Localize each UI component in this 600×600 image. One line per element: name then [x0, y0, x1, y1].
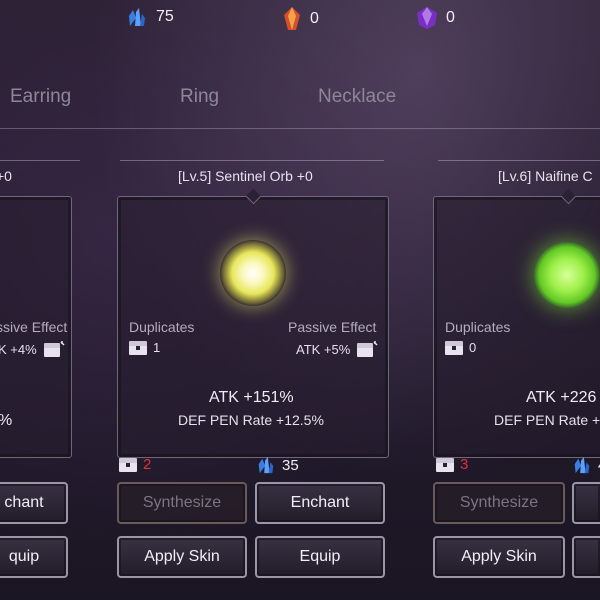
enchant-button[interactable]: Enchant — [255, 482, 385, 524]
chest-icon — [445, 340, 463, 355]
equip-button[interactable] — [572, 536, 600, 578]
tab-ring[interactable]: Ring — [180, 86, 219, 108]
currency-crystal: 75 — [126, 6, 174, 28]
chest-cost-value: 2 — [143, 456, 152, 473]
crystal-cost-value: 35 — [282, 456, 299, 474]
purple-gem-count: 0 — [446, 9, 455, 26]
tab-earring[interactable]: Earring — [10, 86, 71, 108]
panel-notch — [560, 188, 577, 205]
synthesize-button[interactable]: Synthesize — [117, 482, 247, 524]
currency-red-gem: 0 — [282, 6, 319, 32]
enchant-label: Enchant — [290, 494, 350, 511]
synthesize-label: Synthesize — [142, 494, 222, 511]
chest-cost: 3 — [436, 456, 468, 473]
duplicates-label: Duplicates — [129, 319, 195, 335]
blue-crystal-icon — [129, 8, 145, 26]
duplicates-count: 1 — [153, 340, 161, 355]
chest-icon — [119, 457, 137, 472]
currency-purple-gem: 0 — [416, 6, 455, 30]
tab-necklace[interactable]: Necklace — [318, 86, 396, 108]
card-title: [Lv.6] Naifine C — [498, 168, 593, 184]
chest-cost-value: 3 — [460, 456, 469, 473]
chest-icon — [129, 340, 147, 355]
chest-cost: 2 — [119, 456, 151, 473]
category-tabs: Earring Ring Necklace — [0, 86, 600, 116]
equip-button[interactable]: Equip — [255, 536, 385, 578]
apply-skin-button[interactable]: Apply Skin — [117, 536, 247, 578]
attack-stat: ATK +151% — [209, 389, 294, 406]
attack-stat: ATK +226 — [526, 389, 597, 406]
equip-button[interactable]: quip — [0, 536, 68, 578]
def-pen-stat: DEF PEN Rate + — [494, 412, 600, 428]
apply-skin-label: Apply Skin — [144, 548, 220, 565]
equip-label: quip — [8, 548, 40, 565]
passive-effect-label: ssive Effect — [0, 319, 68, 335]
equip-label: Equip — [299, 548, 341, 565]
naifine-orb-image — [534, 242, 600, 308]
tab-divider — [0, 128, 600, 129]
purple-gem-icon — [417, 7, 437, 29]
synthesize-label: Synthesize — [459, 494, 539, 511]
duplicates-count: 0 — [469, 340, 477, 355]
def-pen-stat: DEF PEN Rate +12.5% — [178, 412, 324, 428]
passive-value-text: ATK +5% — [296, 341, 351, 357]
card-title: [Lv.5] Sentinel Orb +0 — [178, 168, 313, 184]
divider — [120, 160, 384, 161]
sentinel-orb-image — [220, 240, 286, 306]
synthesize-button[interactable]: Synthesize — [433, 482, 565, 524]
duplicates-value: 0 — [445, 340, 476, 355]
divider — [438, 160, 600, 161]
enchant-button[interactable]: chant — [0, 482, 68, 524]
panel-notch — [245, 188, 262, 205]
passive-effect-value: K +4% — [0, 340, 65, 358]
enchant-label: chant — [4, 494, 44, 511]
apply-skin-button[interactable]: Apply Skin — [433, 536, 565, 578]
passive-value-text: K +4% — [0, 341, 37, 357]
divider — [0, 160, 80, 161]
passive-effect-value: ATK +5% — [296, 340, 378, 358]
blue-crystal-icon — [574, 456, 590, 474]
red-gem-count: 0 — [310, 10, 319, 27]
chest-icon — [436, 457, 454, 472]
card-title: +0 — [0, 168, 12, 184]
duplicates-value: 1 — [129, 340, 160, 355]
passive-effect-label: Passive Effect — [288, 319, 377, 335]
crystal-cost: 4 — [572, 454, 600, 476]
crystal-count: 75 — [156, 8, 174, 25]
attack-stat: % — [0, 412, 12, 430]
apply-skin-label: Apply Skin — [461, 548, 537, 565]
enchant-button[interactable] — [572, 482, 600, 524]
passive-chest-icon — [43, 341, 65, 357]
blue-crystal-icon — [258, 456, 274, 474]
crystal-cost: 35 — [256, 454, 299, 476]
duplicates-label: Duplicates — [445, 319, 511, 335]
passive-chest-icon — [357, 341, 378, 357]
red-gem-icon — [284, 7, 300, 30]
